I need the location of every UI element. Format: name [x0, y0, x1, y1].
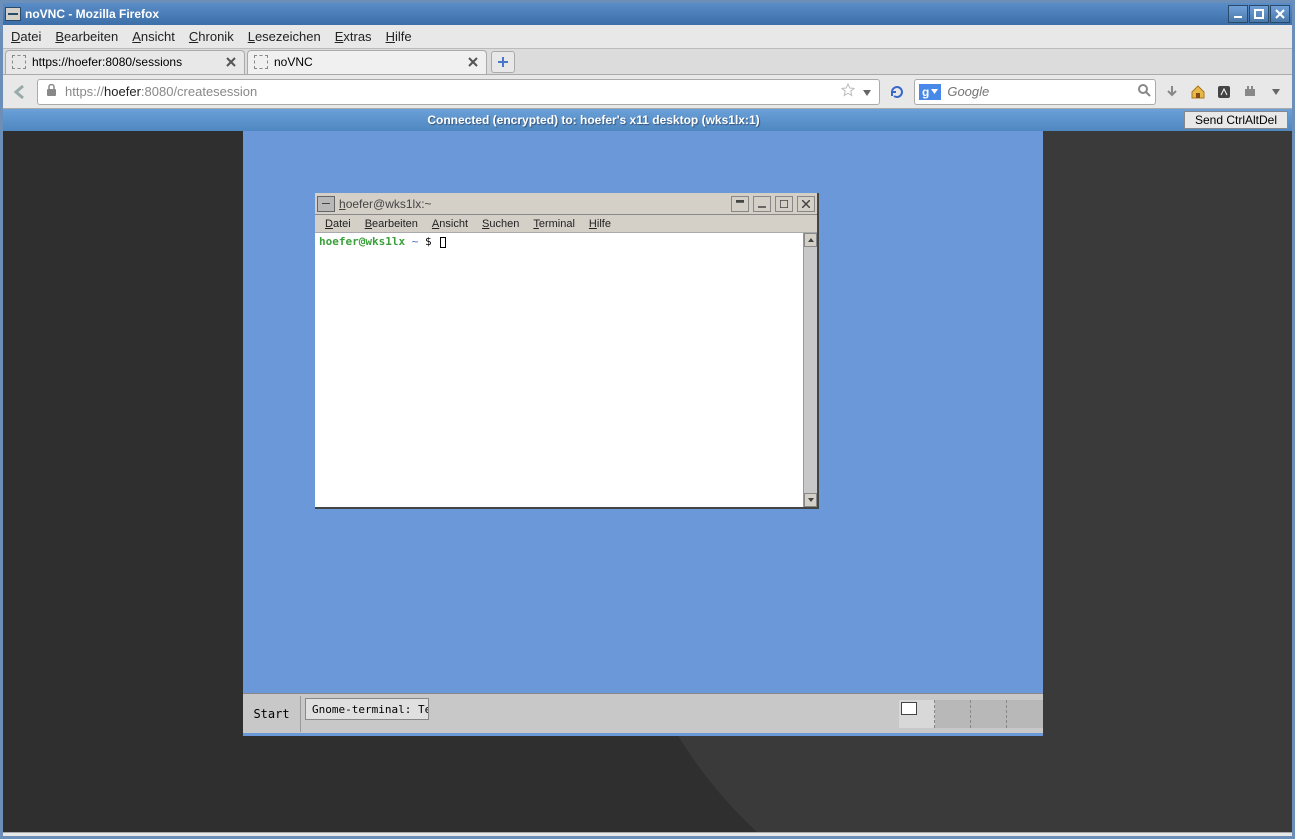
- new-tab-button[interactable]: [491, 51, 515, 73]
- close-button[interactable]: [1270, 5, 1290, 23]
- back-button[interactable]: [9, 81, 31, 103]
- tab-novnc[interactable]: noVNC: [247, 50, 487, 74]
- term-menu-suchen[interactable]: Suchen: [482, 218, 519, 230]
- url-text: https://hoefer:8080/createsession: [65, 84, 833, 99]
- workspace-pager[interactable]: [899, 696, 1043, 732]
- navigation-bar: https://hoefer:8080/createsession g: [3, 75, 1292, 109]
- terminal-title: hoefer@wks1lx:~: [339, 197, 727, 211]
- terminal-maximize-button[interactable]: [775, 196, 793, 212]
- menu-datei[interactable]: Datei: [11, 29, 41, 44]
- terminal-prompt-path: ~: [412, 235, 425, 248]
- term-menu-terminal[interactable]: Terminal: [533, 218, 575, 230]
- terminal-close-button[interactable]: [797, 196, 815, 212]
- tab-label: noVNC: [274, 55, 313, 69]
- scroll-up-icon[interactable]: [804, 233, 817, 247]
- search-engine-badge[interactable]: g: [919, 84, 941, 100]
- menu-ansicht[interactable]: Ansicht: [132, 29, 175, 44]
- tab-bar: https://hoefer:8080/sessions noVNC: [3, 49, 1292, 75]
- maximize-button[interactable]: [1249, 5, 1269, 23]
- terminal-menubar: Datei Bearbeiten Ansicht Suchen Terminal…: [315, 215, 817, 233]
- start-button[interactable]: Start: [243, 696, 301, 732]
- search-box[interactable]: g: [914, 79, 1156, 105]
- terminal-cursor: [440, 237, 446, 248]
- vnc-status-bar: Connected (encrypted) to: hoefer's x11 d…: [3, 109, 1292, 131]
- tab-close-icon[interactable]: [466, 55, 480, 69]
- workspace-1[interactable]: [899, 700, 935, 728]
- downloads-icon[interactable]: [1162, 82, 1182, 102]
- url-dropdown-icon[interactable]: [863, 84, 871, 99]
- url-input[interactable]: https://hoefer:8080/createsession: [37, 79, 880, 105]
- window-title: noVNC - Mozilla Firefox: [25, 7, 1224, 21]
- reload-button[interactable]: [886, 81, 908, 103]
- tab-favicon-placeholder-icon: [12, 55, 26, 69]
- remote-taskbar: Start Gnome-terminal: Te: [243, 693, 1043, 733]
- vnc-status-text: Connected (encrypted) to: hoefer's x11 d…: [3, 113, 1184, 127]
- window-titlebar[interactable]: noVNC - Mozilla Firefox: [3, 3, 1292, 25]
- workspace-2[interactable]: [935, 700, 971, 728]
- bookmark-star-icon[interactable]: [841, 83, 855, 100]
- home-icon[interactable]: [1188, 82, 1208, 102]
- workspace-3[interactable]: [971, 700, 1007, 728]
- plugin-icon[interactable]: [1240, 82, 1260, 102]
- remote-desktop[interactable]: hoefer@wks1lx:~ Datei Bearbeiten Ansicht…: [243, 131, 1043, 736]
- terminal-shade-button[interactable]: [731, 196, 749, 212]
- term-menu-datei[interactable]: Datei: [325, 218, 351, 230]
- terminal-scrollbar[interactable]: [803, 233, 817, 507]
- addon-icon[interactable]: [1214, 82, 1234, 102]
- terminal-body[interactable]: hoefer@wks1lx ~ $: [315, 233, 817, 507]
- terminal-prompt-symbol: $: [425, 235, 432, 248]
- tab-label: https://hoefer:8080/sessions: [32, 55, 182, 69]
- term-menu-ansicht[interactable]: Ansicht: [432, 218, 468, 230]
- menu-extras[interactable]: Extras: [335, 29, 372, 44]
- taskbar-item-terminal[interactable]: Gnome-terminal: Te: [305, 698, 429, 720]
- term-menu-hilfe[interactable]: Hilfe: [589, 218, 611, 230]
- terminal-window[interactable]: hoefer@wks1lx:~ Datei Bearbeiten Ansicht…: [315, 193, 819, 509]
- page-content: hoefer@wks1lx:~ Datei Bearbeiten Ansicht…: [3, 131, 1292, 832]
- tab-sessions[interactable]: https://hoefer:8080/sessions: [5, 50, 245, 74]
- terminal-system-menu-icon[interactable]: [317, 196, 335, 212]
- send-ctrlaltdel-button[interactable]: Send CtrlAltDel: [1184, 111, 1288, 129]
- search-input[interactable]: [947, 84, 1131, 99]
- menu-hilfe[interactable]: Hilfe: [386, 29, 412, 44]
- menu-lesezeichen[interactable]: Lesezeichen: [248, 29, 321, 44]
- toolbar-menu-icon[interactable]: [1266, 82, 1286, 102]
- menu-bearbeiten[interactable]: Bearbeiten: [55, 29, 118, 44]
- tab-favicon-placeholder-icon: [254, 55, 268, 69]
- terminal-titlebar[interactable]: hoefer@wks1lx:~: [315, 193, 817, 215]
- firefox-window: noVNC - Mozilla Firefox Datei Bearbeiten…: [0, 0, 1295, 839]
- search-icon[interactable]: [1137, 83, 1151, 100]
- browser-menubar: Datei Bearbeiten Ansicht Chronik Lesezei…: [3, 25, 1292, 49]
- workspace-4[interactable]: [1007, 700, 1043, 728]
- scroll-track[interactable]: [804, 247, 817, 493]
- window-system-menu-icon[interactable]: [5, 7, 21, 21]
- terminal-minimize-button[interactable]: [753, 196, 771, 212]
- scroll-down-icon[interactable]: [804, 493, 817, 507]
- lock-icon: [46, 84, 57, 100]
- terminal-prompt-user: hoefer@wks1lx: [319, 235, 405, 248]
- term-menu-bearbeiten[interactable]: Bearbeiten: [365, 218, 418, 230]
- tab-close-icon[interactable]: [224, 55, 238, 69]
- minimize-button[interactable]: [1228, 5, 1248, 23]
- browser-statusbar: [3, 832, 1292, 836]
- menu-chronik[interactable]: Chronik: [189, 29, 234, 44]
